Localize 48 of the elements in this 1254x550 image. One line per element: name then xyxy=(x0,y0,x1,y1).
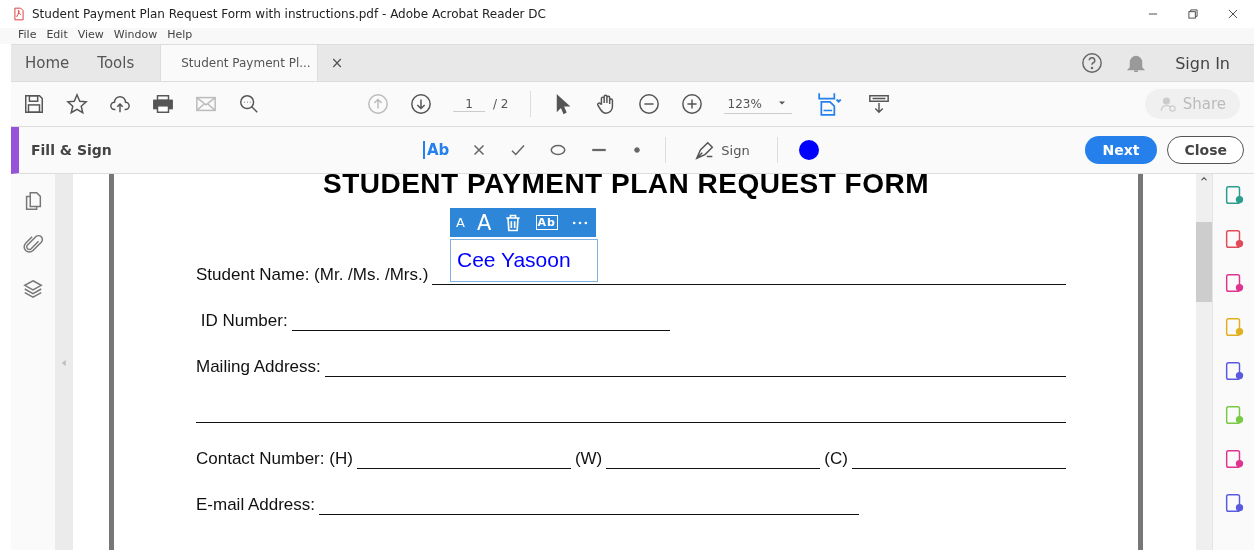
zoom-in-icon[interactable] xyxy=(680,93,703,115)
arrow-down-circle-icon[interactable] xyxy=(410,93,432,115)
document-title: STUDENT PAYMENT PLAN REQUEST FORM xyxy=(321,174,931,200)
text-field-button[interactable]: Ab xyxy=(535,215,558,230)
window-title: Student Payment Plan Request Form with instructions.pdf - Adobe Acrobat Reader DC xyxy=(32,7,547,21)
menu-item[interactable]: View xyxy=(77,28,104,44)
form-label: E-mail Address: xyxy=(196,495,316,515)
star-icon[interactable] xyxy=(66,93,88,115)
smaller-text-button[interactable]: A xyxy=(456,215,465,230)
form-label: Mailing Address: xyxy=(196,357,321,377)
form-label: (C) xyxy=(824,449,848,469)
sign-in-button[interactable]: Sign In xyxy=(1169,52,1236,74)
scrollbar-thumb[interactable] xyxy=(1196,222,1212,302)
next-button[interactable]: Next xyxy=(1084,136,1158,164)
cloud-upload-icon[interactable] xyxy=(109,93,131,115)
menu-item[interactable]: File xyxy=(18,28,37,44)
search-icon[interactable] xyxy=(238,93,260,115)
form-label: Contact Number: (H) xyxy=(196,449,353,469)
close-icon[interactable] xyxy=(1226,7,1240,21)
text-box-field[interactable]: Cee Yasoon xyxy=(450,239,598,282)
add-text-tool[interactable]: Ab xyxy=(423,141,450,159)
restore-icon[interactable] xyxy=(1186,7,1200,21)
zoom-dropdown[interactable]: 123% xyxy=(723,94,792,114)
form-label: ID Number: xyxy=(199,311,288,331)
menu-item[interactable]: Help xyxy=(167,28,193,44)
page-total: / 2 xyxy=(493,97,509,111)
page-number-field[interactable]: 1 xyxy=(453,96,485,112)
menu-item[interactable]: Edit xyxy=(46,28,68,44)
larger-text-button[interactable]: A xyxy=(477,210,492,235)
scroll-mode-icon[interactable] xyxy=(867,93,890,115)
paperclip-icon[interactable] xyxy=(22,234,44,256)
person-add-icon xyxy=(1158,95,1177,113)
zoom-out-icon[interactable] xyxy=(637,93,660,115)
pdf-file-icon xyxy=(12,7,26,21)
print-icon[interactable] xyxy=(152,93,174,115)
form-label: Student Name: (Mr. /Ms. /Mrs.) xyxy=(196,265,429,285)
tab[interactable]: Home xyxy=(11,45,84,81)
sign-button[interactable]: Sign xyxy=(687,138,756,162)
color-swatch[interactable] xyxy=(798,140,819,160)
menu-item[interactable]: Window xyxy=(113,28,158,44)
help-icon[interactable] xyxy=(1081,52,1104,74)
form-label: (W) xyxy=(574,449,603,469)
save-icon[interactable] xyxy=(23,93,45,115)
tab[interactable]: Tools xyxy=(83,45,149,81)
tool-title: Fill & Sign xyxy=(30,142,113,158)
tab-close-icon[interactable]: × xyxy=(330,54,344,72)
close-button[interactable]: Close xyxy=(1167,136,1244,164)
layers-icon[interactable] xyxy=(22,278,44,300)
